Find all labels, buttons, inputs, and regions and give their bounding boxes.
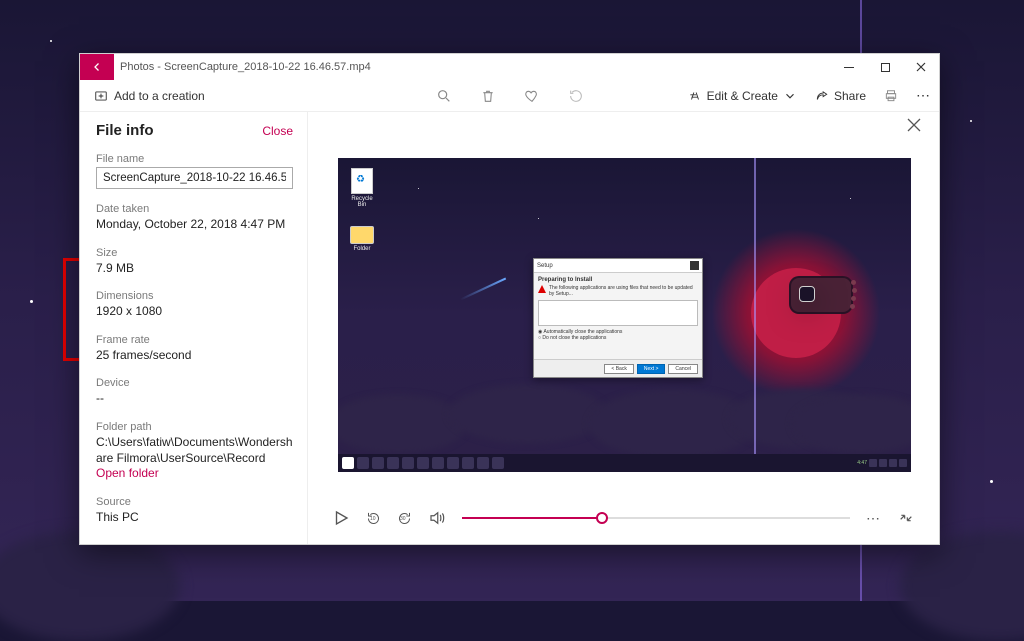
- field-source: Source This PC: [96, 496, 293, 526]
- dialog-title: Setup: [537, 263, 553, 269]
- folder-path-value: C:\Users\fatiw\Documents\Wondershare Fil…: [96, 435, 293, 466]
- dialog-back-button: < Back: [604, 364, 633, 374]
- skip-back-seconds: 10: [370, 516, 376, 522]
- frame-rate-value: 25 frames/second: [96, 348, 293, 364]
- device-label: Device: [96, 377, 293, 389]
- progress-filled: [462, 517, 602, 519]
- edit-create-button[interactable]: Edit & Create: [688, 89, 797, 103]
- close-preview-button[interactable]: [907, 118, 921, 136]
- file-info-panel: File info Close File name Date taken Mon…: [80, 112, 308, 544]
- file-info-header: File info Close: [96, 122, 293, 139]
- folder-label: Folder: [348, 246, 376, 252]
- capsule-graphic: [791, 278, 851, 312]
- zoom-icon[interactable]: [436, 88, 452, 104]
- video-taskbar: 4:47: [338, 454, 911, 472]
- titlebar: Photos - ScreenCapture_2018-10-22 16.46.…: [80, 54, 939, 80]
- file-info-title: File info: [96, 122, 262, 139]
- progress-thumb[interactable]: [596, 512, 608, 524]
- field-filename: File name: [96, 153, 293, 189]
- recycle-bin-icon: Recycle Bin: [348, 168, 376, 208]
- source-label: Source: [96, 496, 293, 508]
- field-device: Device --: [96, 377, 293, 407]
- share-label: Share: [834, 89, 866, 103]
- folder-path-label: Folder path: [96, 421, 293, 433]
- date-taken-value: Monday, ‎October ‎22, ‎2018 4:47 PM: [96, 217, 293, 233]
- video-playhead-line: [754, 158, 756, 472]
- field-date-taken: Date taken Monday, ‎October ‎22, ‎2018 4…: [96, 203, 293, 233]
- maximize-button[interactable]: [867, 54, 903, 80]
- add-to-creation-label: Add to a creation: [114, 89, 205, 103]
- folder-icon: Folder: [348, 226, 376, 252]
- open-folder-link[interactable]: Open folder: [96, 466, 293, 482]
- field-size: Size 7.9 MB: [96, 247, 293, 277]
- video-desktop-icons: Recycle Bin Folder: [348, 168, 376, 252]
- minimize-button[interactable]: [831, 54, 867, 80]
- dimensions-label: Dimensions: [96, 290, 293, 302]
- volume-button[interactable]: [428, 509, 446, 527]
- play-button[interactable]: [332, 509, 350, 527]
- dimensions-value: 1920 x 1080: [96, 304, 293, 320]
- toolbar-center-icons: [436, 88, 584, 104]
- skip-forward-button[interactable]: 30: [397, 511, 412, 526]
- shooting-star-graphic: [460, 278, 506, 300]
- share-button[interactable]: Share: [815, 89, 866, 103]
- app-body: File info Close File name Date taken Mon…: [80, 112, 939, 544]
- file-info-close-link[interactable]: Close: [262, 124, 293, 138]
- field-frame-rate: Frame rate 25 frames/second: [96, 334, 293, 364]
- size-label: Size: [96, 247, 293, 259]
- skip-fwd-seconds: 30: [400, 516, 406, 522]
- playback-controls: 10 30 ⋯: [332, 498, 915, 538]
- toolbar-right: Edit & Create Share ⋯: [688, 87, 931, 104]
- preview-area: Recycle Bin Folder Setup Preparing to In…: [308, 112, 939, 544]
- filename-input[interactable]: [96, 167, 293, 189]
- close-window-button[interactable]: [903, 54, 939, 80]
- playback-more-button[interactable]: ⋯: [866, 510, 881, 527]
- recycle-bin-label: Recycle Bin: [348, 196, 376, 208]
- add-to-creation-button[interactable]: Add to a creation: [88, 87, 211, 105]
- skip-back-button[interactable]: 10: [366, 511, 381, 526]
- date-taken-label: Date taken: [96, 203, 293, 215]
- rotate-icon[interactable]: [568, 88, 584, 104]
- field-folder-path: Folder path C:\Users\fatiw\Documents\Won…: [96, 421, 293, 482]
- toolbar: Add to a creation Edit & Create: [80, 80, 939, 112]
- video-installer-dialog: Setup Preparing to Install The following…: [533, 258, 703, 378]
- video-frame[interactable]: Recycle Bin Folder Setup Preparing to In…: [338, 158, 911, 472]
- window-title: Photos - ScreenCapture_2018-10-22 16.46.…: [120, 61, 831, 73]
- photos-app-window: Photos - ScreenCapture_2018-10-22 16.46.…: [79, 53, 940, 545]
- frame-rate-label: Frame rate: [96, 334, 293, 346]
- dialog-heading: Preparing to Install: [538, 277, 698, 283]
- edit-create-label: Edit & Create: [707, 89, 778, 103]
- delete-icon[interactable]: [480, 88, 496, 104]
- field-dimensions: Dimensions 1920 x 1080: [96, 290, 293, 320]
- dialog-next-button: Next >: [637, 364, 666, 374]
- print-button[interactable]: [884, 89, 898, 103]
- more-options-button[interactable]: ⋯: [916, 87, 931, 104]
- source-value: This PC: [96, 510, 293, 526]
- progress-slider[interactable]: [462, 517, 850, 519]
- size-value: 7.9 MB: [96, 261, 293, 277]
- fullscreen-button[interactable]: [897, 509, 915, 527]
- filename-label: File name: [96, 153, 293, 165]
- favorite-icon[interactable]: [524, 88, 540, 104]
- dialog-cancel-button: Cancel: [668, 364, 698, 374]
- device-value: --: [96, 391, 293, 407]
- back-button[interactable]: [80, 54, 114, 80]
